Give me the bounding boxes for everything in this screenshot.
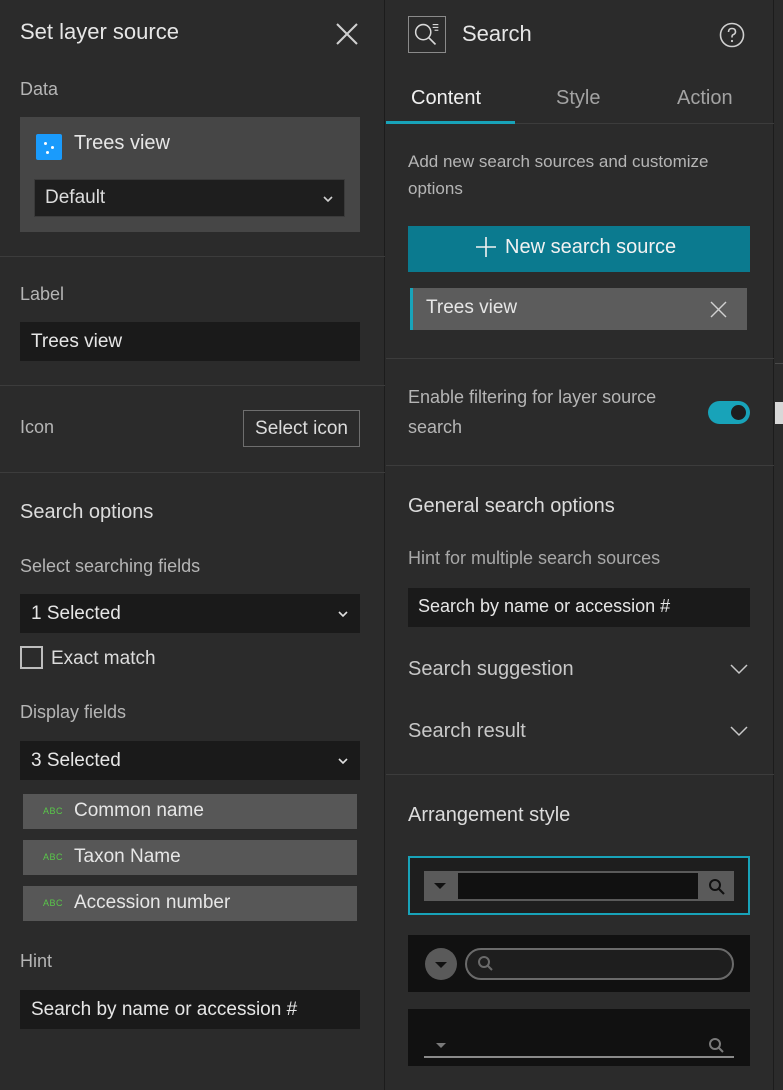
plus-icon xyxy=(476,237,496,257)
display-field-chip[interactable]: ABC Common name xyxy=(23,794,357,829)
search-result-label: Search result xyxy=(408,720,526,742)
divider xyxy=(0,385,385,386)
widget-title: Search xyxy=(462,21,532,46)
data-label: Data xyxy=(20,79,59,99)
exact-match-checkbox[interactable] xyxy=(20,646,43,669)
display-field-name: Accession number xyxy=(74,892,231,913)
chevron-down-icon xyxy=(338,758,348,765)
hint-label: Hint xyxy=(20,951,53,971)
select-icon-button[interactable]: Select icon xyxy=(243,410,360,447)
arrangement-option-underline[interactable] xyxy=(408,1009,750,1066)
view-select-value: Default xyxy=(45,187,106,208)
divider xyxy=(0,256,385,257)
label-input[interactable]: Trees view xyxy=(20,322,360,361)
display-field-name: Common name xyxy=(74,800,204,821)
hint-multiple-label: Hint for multiple search sources xyxy=(408,548,661,568)
divider xyxy=(386,774,774,775)
arrangement-preview-underline xyxy=(424,1038,734,1058)
search-options-heading: Search options xyxy=(20,501,154,523)
divider xyxy=(386,465,774,466)
panel-title: Set layer source xyxy=(20,19,179,44)
exact-match-label: Exact match xyxy=(51,648,156,669)
search-source-item[interactable]: Trees view xyxy=(410,288,747,330)
string-field-icon: ABC xyxy=(43,898,64,908)
hint-input[interactable]: Search by name or accession # xyxy=(20,990,360,1029)
divider xyxy=(0,472,385,473)
search-widget-icon xyxy=(408,16,446,53)
label-heading: Label xyxy=(20,284,65,304)
chevron-down-icon xyxy=(323,196,333,203)
tabs-divider xyxy=(515,123,774,124)
close-icon[interactable] xyxy=(334,21,360,47)
hint-multiple-input[interactable]: Search by name or accession # xyxy=(408,588,750,627)
display-fields-label: Display fields xyxy=(20,702,127,722)
new-search-source-button[interactable]: New search source xyxy=(408,226,750,272)
hint-input-value: Search by name or accession # xyxy=(31,999,298,1020)
new-search-source-label: New search source xyxy=(505,236,677,258)
string-field-icon: ABC xyxy=(43,852,64,862)
search-suggestion-label: Search suggestion xyxy=(408,658,574,680)
arrangement-option-rounded[interactable] xyxy=(408,935,750,992)
hint-multiple-value: Search by name or accession # xyxy=(418,596,671,616)
search-widget-settings-panel: Search Content Style Action Add new sear… xyxy=(386,0,774,1090)
display-field-chip[interactable]: ABC Taxon Name xyxy=(23,840,357,875)
string-field-icon: ABC xyxy=(43,806,64,816)
search-suggestion-collapsible[interactable]: Search suggestion xyxy=(408,656,750,686)
layer-name: Trees view xyxy=(74,132,170,154)
tab-action[interactable]: Action xyxy=(677,87,733,110)
set-layer-source-panel: Set layer source Data Trees view Default… xyxy=(0,0,385,1090)
data-source-box: Trees view Default xyxy=(20,117,360,232)
searching-fields-label: Select searching fields xyxy=(20,556,201,576)
searching-fields-value: 1 Selected xyxy=(31,603,121,624)
toggle-knob xyxy=(731,405,746,420)
enable-filtering-toggle[interactable] xyxy=(708,401,750,424)
chevron-down-icon xyxy=(730,664,748,675)
view-select[interactable]: Default xyxy=(34,179,345,217)
divider xyxy=(386,358,774,359)
active-tab-indicator xyxy=(386,121,515,124)
display-field-chip[interactable]: ABC Accession number xyxy=(23,886,357,921)
help-icon[interactable] xyxy=(719,22,745,48)
point-layer-icon xyxy=(36,134,62,160)
chevron-down-icon xyxy=(730,726,748,737)
arrangement-preview-rounded xyxy=(425,948,734,980)
icon-heading: Icon xyxy=(20,417,55,437)
remove-icon[interactable] xyxy=(710,301,727,318)
chevron-down-icon xyxy=(338,611,348,618)
search-result-collapsible[interactable]: Search result xyxy=(408,718,750,748)
background-edge xyxy=(775,0,783,1090)
tab-style[interactable]: Style xyxy=(556,87,600,110)
arrangement-style-heading: Arrangement style xyxy=(408,804,571,826)
display-fields-select[interactable]: 3 Selected xyxy=(20,741,360,780)
arrangement-option-default[interactable] xyxy=(408,856,750,915)
searching-fields-select[interactable]: 1 Selected xyxy=(20,594,360,633)
arrangement-preview-default xyxy=(424,871,734,901)
tab-content[interactable]: Content xyxy=(411,87,481,110)
general-search-options-heading: General search options xyxy=(408,495,615,517)
label-input-value: Trees view xyxy=(31,331,123,352)
content-description: Add new search sources and customize opt… xyxy=(408,152,709,198)
display-field-name: Taxon Name xyxy=(74,846,181,867)
display-fields-value: 3 Selected xyxy=(31,750,121,771)
enable-filtering-label: Enable filtering for layer source search xyxy=(408,387,657,437)
search-source-name: Trees view xyxy=(426,297,518,318)
